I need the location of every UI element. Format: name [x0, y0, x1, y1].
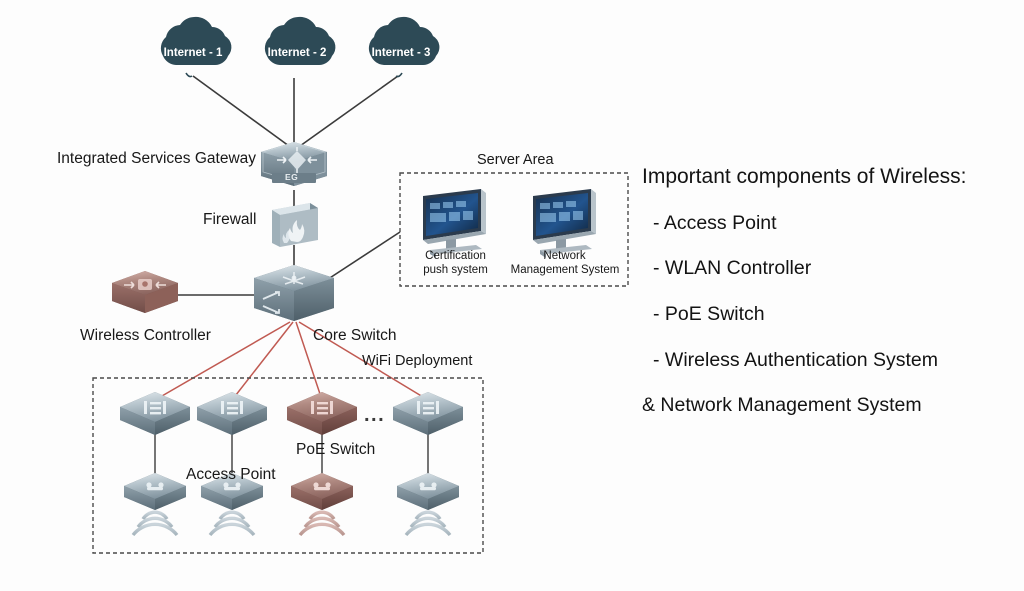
link-cloud-to-gateway-group [192, 75, 399, 147]
gateway-badge-label: EG [285, 172, 299, 182]
sidebar-item-wireless-auth-system: - Wireless Authentication System [653, 349, 939, 371]
sidebar-title: Important components of Wireless: [642, 165, 967, 188]
server-1-label-line1: Certification [425, 250, 486, 262]
server-2-label-line2: Management System [510, 264, 620, 276]
poe-switch-2-icon[interactable] [197, 392, 267, 435]
cloud-label-internet-1: Internet - 1 [163, 47, 223, 59]
gateway-label: Integrated Services Gateway [57, 150, 257, 167]
wireless-controller-label: Wireless Controller [80, 327, 211, 344]
sidebar-item-wlan-controller: - WLAN Controller [653, 257, 812, 279]
sidebar-item-network-management-system: & Network Management System [642, 394, 922, 416]
link-internet3-gateway [299, 75, 399, 147]
firewall-icon[interactable] [272, 203, 318, 247]
poe-switch-4-icon[interactable] [393, 392, 463, 435]
diagram-graphics [92, 16, 629, 554]
sidebar-item-access-point: - Access Point [653, 212, 777, 234]
poe-switch-1-icon[interactable] [120, 392, 190, 435]
sidebar-item-poe-switch: - PoE Switch [653, 303, 765, 325]
certification-push-system-icon[interactable] [423, 189, 486, 258]
access-point-1-icon[interactable] [124, 473, 186, 537]
link-core-poe-2 [231, 321, 294, 401]
core-switch-icon[interactable] [254, 265, 334, 321]
cloud-label-internet-3: Internet - 3 [371, 47, 431, 59]
server-1-label-line2: push system [423, 264, 488, 276]
wifi-deployment-title: WiFi Deployment [362, 353, 473, 369]
poe-switch-ellipsis: ... [364, 404, 386, 426]
link-internet1-gateway [192, 75, 290, 147]
access-point-label: Access Point [186, 466, 276, 483]
cloud-label-internet-2: Internet - 2 [267, 47, 327, 59]
access-point-3-icon[interactable] [291, 473, 353, 537]
network-diagram-canvas: Internet - 1 Internet - 2 Internet - 3 I… [0, 0, 1024, 591]
wireless-controller-icon[interactable] [112, 271, 178, 313]
core-switch-label: Core Switch [313, 327, 397, 344]
access-point-4-icon[interactable] [397, 473, 459, 537]
poe-switch-label: PoE Switch [296, 441, 376, 458]
server-2-label-line1: Network [543, 250, 586, 262]
network-management-system-icon[interactable] [533, 189, 596, 258]
firewall-label: Firewall [203, 211, 257, 228]
server-area-title: Server Area [477, 152, 554, 168]
poe-switch-3-icon[interactable] [287, 392, 357, 435]
